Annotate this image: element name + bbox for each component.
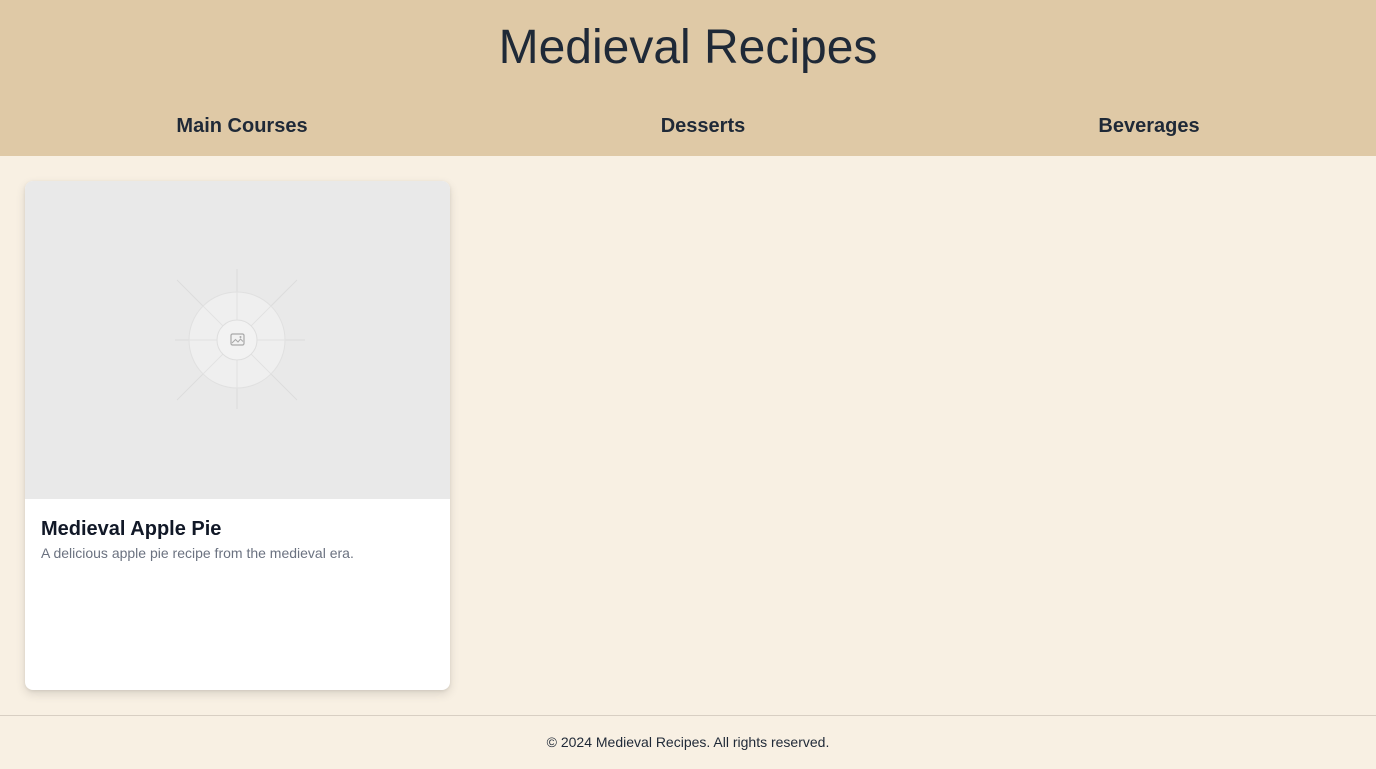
nav-link-main-courses[interactable]: Main Courses bbox=[176, 110, 307, 142]
image-placeholder-icon bbox=[175, 269, 305, 409]
main-nav: Main Courses Desserts Beverages bbox=[0, 110, 1376, 142]
recipe-card[interactable]: Medieval Apple Pie A delicious apple pie… bbox=[25, 181, 450, 690]
recipe-card-body: Medieval Apple Pie A delicious apple pie… bbox=[41, 515, 434, 563]
site-title: Medieval Recipes bbox=[498, 21, 878, 74]
nav-link-desserts[interactable]: Desserts bbox=[661, 110, 746, 142]
recipe-description: A delicious apple pie recipe from the me… bbox=[41, 545, 354, 561]
footer-copyright: © 2024 Medieval Recipes. All rights rese… bbox=[546, 734, 830, 750]
recipe-title: Medieval Apple Pie bbox=[41, 518, 222, 540]
nav-link-beverages[interactable]: Beverages bbox=[1098, 110, 1199, 142]
recipe-image bbox=[25, 181, 450, 499]
site-header: Medieval Recipes Main Courses Desserts B… bbox=[0, 0, 1376, 156]
site-footer: © 2024 Medieval Recipes. All rights rese… bbox=[0, 715, 1376, 769]
